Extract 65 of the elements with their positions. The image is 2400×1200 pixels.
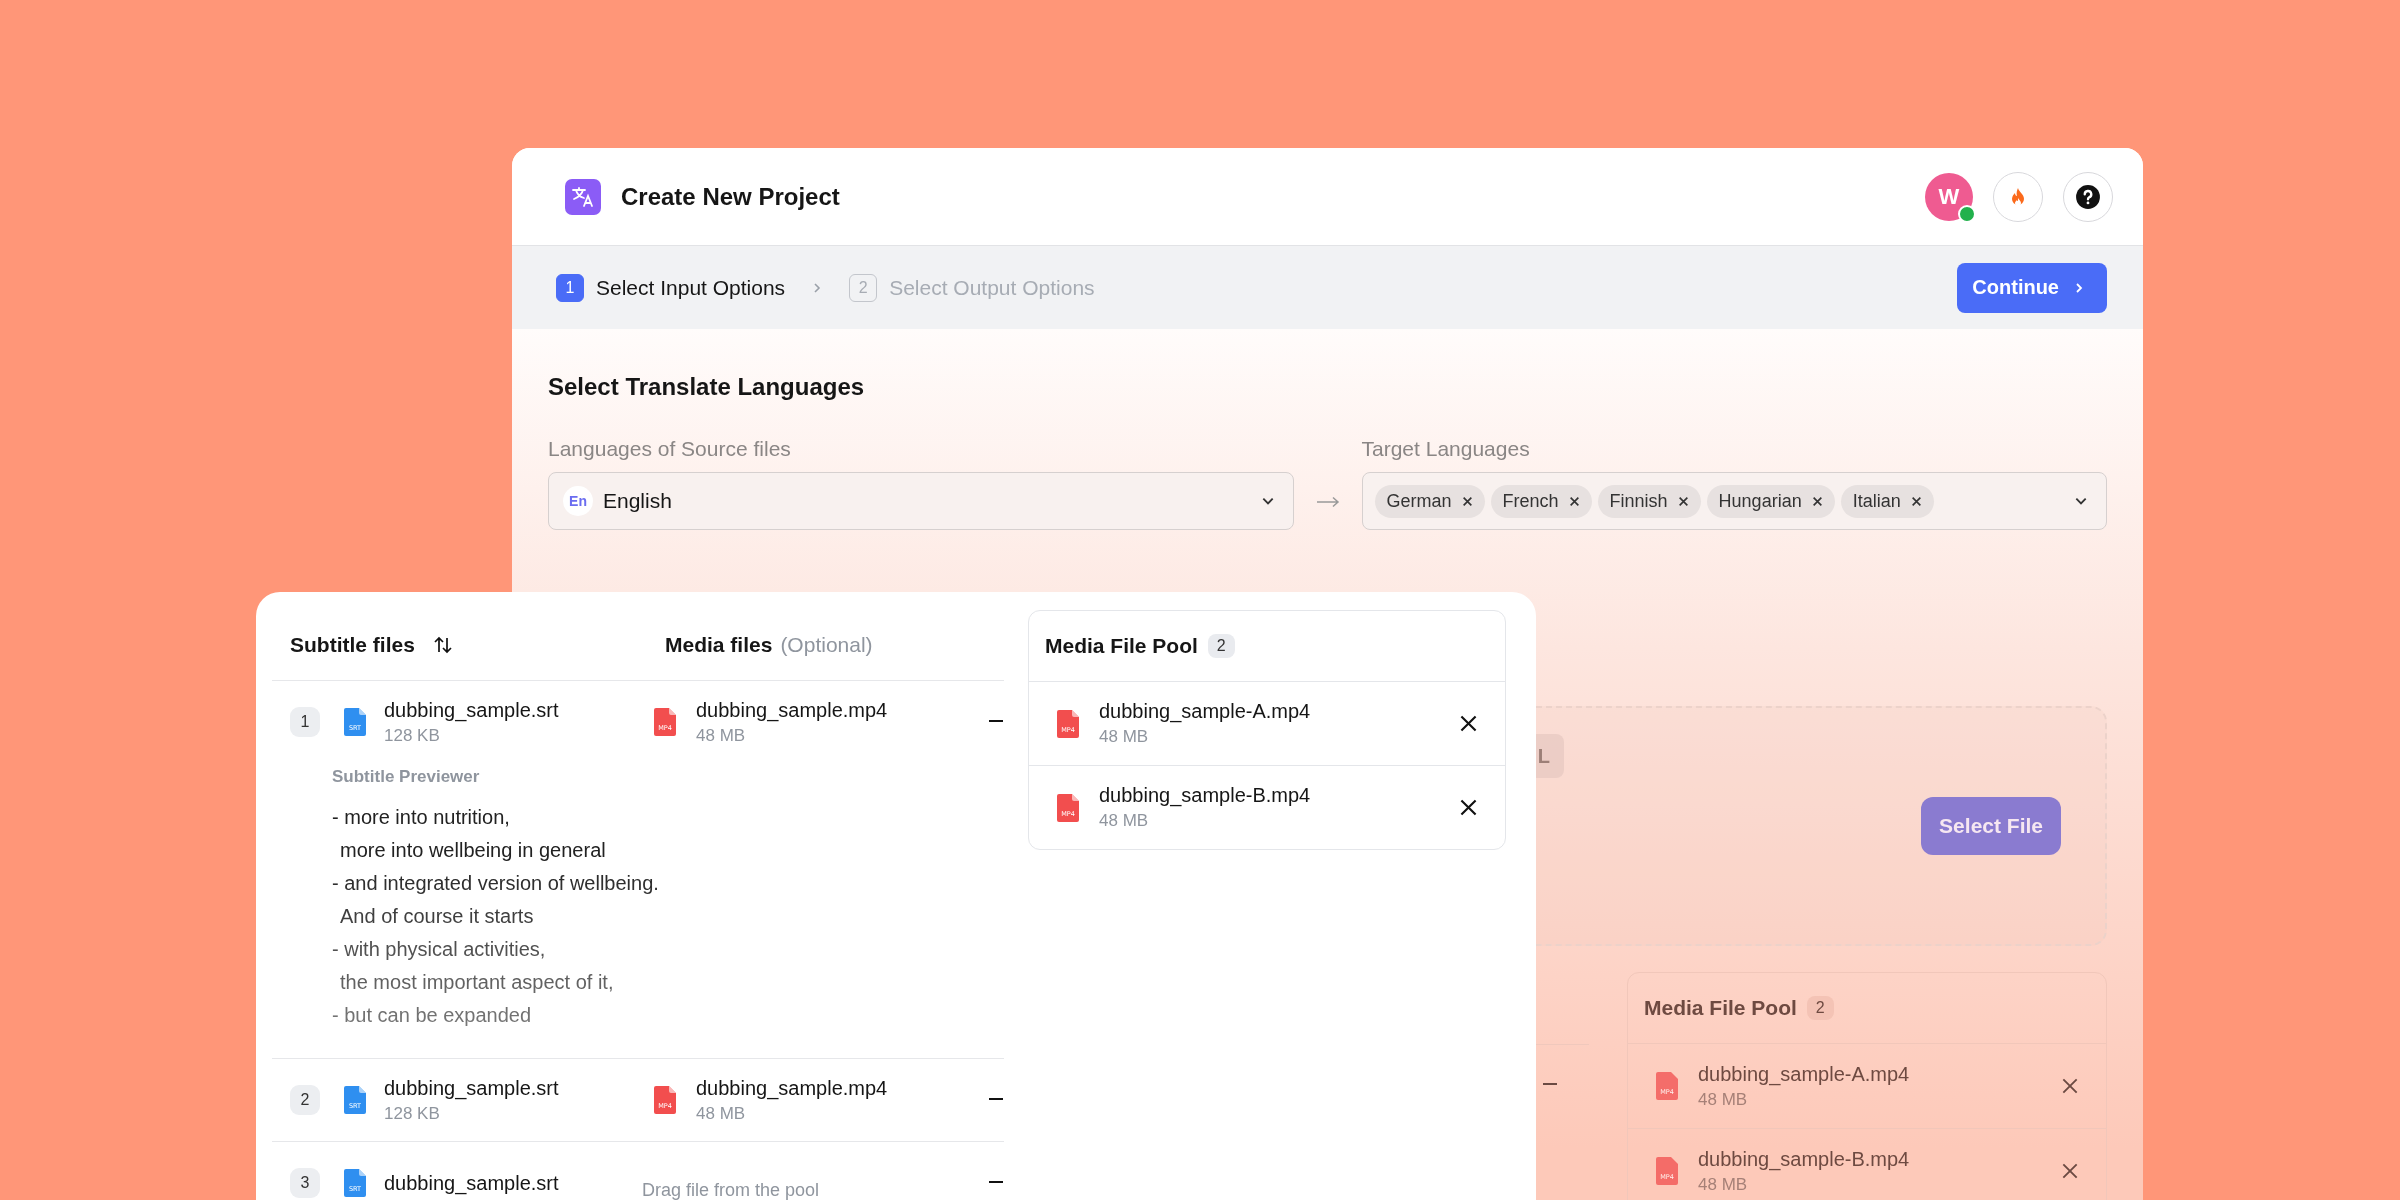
continue-button[interactable]: Continue xyxy=(1957,262,2107,313)
file-name: dubbing_sample.srt xyxy=(384,698,559,722)
file-name: dubbing_sample-A.mp4 xyxy=(1099,700,1311,723)
language-tag[interactable]: Italian xyxy=(1840,484,1934,518)
file-name: dubbing_sample.mp4 xyxy=(696,1076,888,1100)
window-title: Create New Project xyxy=(621,182,840,211)
language-tag[interactable]: Finnish xyxy=(1597,484,1701,518)
file-name: dubbing_sample-B.mp4 xyxy=(1099,784,1311,807)
subtitle-line: And of course it starts xyxy=(339,904,534,929)
subtitle-line: - with physical activities, xyxy=(332,937,546,962)
row-number: 1 xyxy=(290,707,320,737)
panel-title: Media File Pool xyxy=(1045,634,1198,658)
minus-icon[interactable] xyxy=(989,720,1003,724)
count-badge: 2 xyxy=(1806,996,1834,1020)
help-icon xyxy=(2075,183,2101,210)
subtitle-line: - and integrated version of wellbeing. xyxy=(332,871,659,896)
panel-title: Media File Pool xyxy=(1644,996,1797,1020)
chevron-right-icon xyxy=(2073,281,2085,294)
remove-tag-icon[interactable] xyxy=(1811,495,1823,507)
preview-title: Subtitle Previewer xyxy=(332,767,481,787)
column-note: (Optional) xyxy=(780,633,873,657)
minus-icon[interactable] xyxy=(989,1098,1003,1102)
file-size: 128 KB xyxy=(384,1103,441,1124)
arrow-right-icon xyxy=(1315,496,1340,508)
language-tag[interactable]: Hungarian xyxy=(1706,484,1835,518)
section-title: Select Translate Languages xyxy=(548,373,866,401)
file-size: 48 MB xyxy=(1099,727,1150,747)
column-header: Subtitle files xyxy=(290,633,415,657)
file-name: dubbing_sample.srt xyxy=(384,1171,559,1195)
subtitle-line: - more into nutrition, xyxy=(332,805,510,830)
row-number: 3 xyxy=(290,1168,320,1198)
column-header: Media files xyxy=(665,633,773,657)
subtitle-line: more into wellbeing in general xyxy=(339,838,606,863)
language-tag[interactable]: French xyxy=(1490,484,1592,518)
close-icon[interactable] xyxy=(1460,799,1477,816)
field-label: Target Languages xyxy=(1361,437,1531,461)
file-size: 48 MB xyxy=(1698,1089,1749,1110)
file-name: dubbing_sample-B.mp4 xyxy=(1698,1147,1910,1171)
row-number: 2 xyxy=(290,1085,320,1115)
remove-tag-icon[interactable] xyxy=(1677,495,1689,507)
remove-tag-icon[interactable] xyxy=(1568,495,1580,507)
file-size: 48 MB xyxy=(696,1103,747,1124)
file-size: 48 MB xyxy=(1099,811,1150,831)
file-name: dubbing_sample.mp4 xyxy=(696,698,888,722)
file-name: dubbing_sample-A.mp4 xyxy=(1698,1062,1910,1086)
language-tag[interactable]: German xyxy=(1374,484,1485,518)
source-language-select[interactable]: En English xyxy=(548,472,1294,530)
sort-icon[interactable] xyxy=(432,635,453,655)
target-language-select[interactable]: German French Finnish Hungarian Italian xyxy=(1361,472,2107,530)
field-label: Languages of Source files xyxy=(548,437,792,461)
count-badge: 2 xyxy=(1207,634,1235,658)
file-size: 128 KB xyxy=(384,725,441,746)
close-icon[interactable] xyxy=(1460,715,1477,732)
fire-button[interactable] xyxy=(1993,171,2043,222)
help-button[interactable] xyxy=(2063,171,2113,222)
file-size: 48 MB xyxy=(696,725,747,746)
minus-icon[interactable] xyxy=(989,1181,1003,1185)
remove-tag-icon[interactable] xyxy=(1910,495,1922,507)
file-size: 48 MB xyxy=(1698,1174,1749,1195)
subtitle-line: - but can be expanded xyxy=(332,1003,532,1028)
subtitle-line: the most important aspect of it, xyxy=(339,970,614,995)
step-tab[interactable]: 1 Select Input Options xyxy=(556,273,786,302)
remove-tag-icon[interactable] xyxy=(1461,495,1473,507)
file-name: dubbing_sample.srt xyxy=(384,1076,559,1100)
translate-icon xyxy=(565,178,601,215)
